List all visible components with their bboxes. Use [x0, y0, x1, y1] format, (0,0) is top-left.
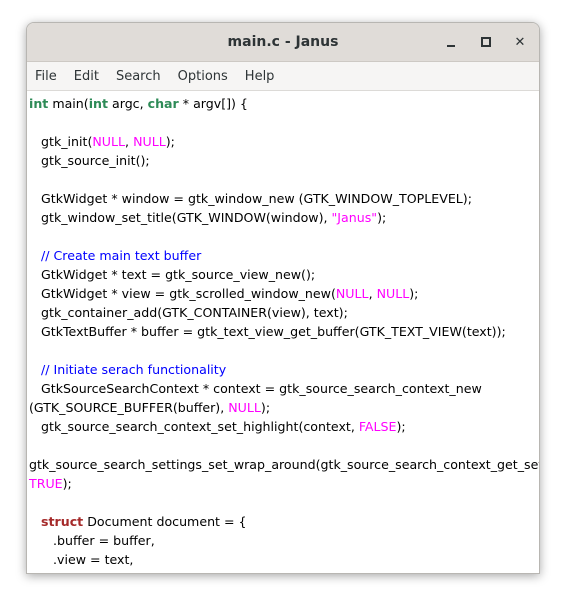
menu-help[interactable]: Help: [245, 69, 275, 84]
minimize-button[interactable]: [441, 32, 461, 52]
code-line: gtk_container_add(GTK_CONTAINER(view), t…: [27, 303, 539, 322]
code-line: .view = text,: [27, 550, 539, 569]
code-token: GtkTextBuffer * buffer = gtk_text_view_g…: [29, 324, 506, 339]
menu-search[interactable]: Search: [116, 69, 161, 84]
code-token: GtkWidget * window = gtk_window_new (GTK…: [29, 191, 472, 206]
code-token: // Create main text buffer: [29, 248, 202, 263]
title-bar[interactable]: main.c - Janus ✕: [27, 23, 539, 62]
code-token: );: [260, 400, 271, 415]
code-token: struct: [41, 514, 84, 529]
code-line: int main(int argc, char * argv[]) {: [27, 94, 539, 113]
code-line: gtk_source_search_context_set_highlight(…: [27, 417, 539, 436]
code-token: );: [377, 210, 387, 225]
window-title: main.c - Janus: [227, 34, 339, 50]
code-token: FALSE: [358, 419, 397, 434]
code-token: argc,: [108, 96, 148, 111]
maximize-button[interactable]: [476, 32, 496, 52]
code-token: );: [165, 134, 175, 149]
code-token: gtk_init(: [29, 134, 93, 149]
code-token: );: [396, 419, 406, 434]
code-token: int: [88, 96, 109, 111]
app-window: main.c - Janus ✕ File Edit Search Option…: [26, 22, 540, 574]
code-line: gtk_window_set_title(GTK_WINDOW(window),…: [27, 208, 539, 227]
code-token: GtkSourceSearchContext * context = gtk_s…: [29, 381, 482, 396]
code-token: Document document = {: [83, 514, 247, 529]
code-token: (GTK_SOURCE_BUFFER(buffer),: [29, 400, 229, 415]
code-line: GtkWidget * view = gtk_scrolled_window_n…: [27, 284, 539, 303]
menu-edit[interactable]: Edit: [74, 69, 99, 84]
code-token: NULL: [133, 134, 166, 149]
code-line: GtkWidget * window = gtk_window_new (GTK…: [27, 189, 539, 208]
code-token: );: [62, 476, 72, 491]
code-token: ,: [368, 286, 377, 301]
code-line: .buffer = buffer,: [27, 531, 539, 550]
close-icon: ✕: [514, 34, 526, 50]
code-token: TRUE: [29, 476, 63, 491]
code-line: // Create main text buffer: [27, 246, 539, 265]
code-line: gtk_source_search_settings_set_wrap_arou…: [27, 455, 539, 474]
code-line: TRUE);: [27, 474, 539, 493]
code-token: int: [29, 96, 49, 111]
code-line: GtkTextBuffer * buffer = gtk_text_view_g…: [27, 322, 539, 341]
code-token: NULL: [228, 400, 261, 415]
code-line: // Initiate serach functionality: [27, 360, 539, 379]
menu-file[interactable]: File: [35, 69, 57, 84]
close-button[interactable]: ✕: [510, 32, 530, 52]
code-line: (GTK_SOURCE_BUFFER(buffer), NULL);: [27, 398, 539, 417]
code-line: GtkSourceSearchContext * context = gtk_s…: [27, 379, 539, 398]
code-token: .buffer = buffer,: [29, 533, 155, 548]
code-token: gtk_source_init();: [29, 153, 150, 168]
code-token: char: [147, 96, 179, 111]
code-token: GtkWidget * view = gtk_scrolled_window_n…: [29, 286, 336, 301]
code-line: struct Document document = {: [27, 512, 539, 531]
code-editor[interactable]: int main(int argc, char * argv[]) { gtk_…: [27, 91, 539, 569]
menu-options[interactable]: Options: [178, 69, 228, 84]
code-token: .view = text,: [29, 552, 134, 567]
code-token: NULL: [376, 286, 410, 301]
code-token: GtkWidget * text = gtk_source_view_new()…: [29, 267, 316, 282]
code-token: // Initiate serach functionality: [29, 362, 227, 377]
code-token: );: [409, 286, 419, 301]
maximize-icon: [481, 37, 491, 47]
code-token: gtk_container_add(GTK_CONTAINER(view), t…: [29, 305, 348, 320]
code-token: ,: [125, 134, 134, 149]
code-token: main(: [48, 96, 89, 111]
minimize-icon: [447, 45, 455, 47]
code-token: NULL: [335, 286, 369, 301]
code-token: gtk_window_set_title(GTK_WINDOW(window),: [29, 210, 332, 225]
code-token: "Janus": [331, 210, 378, 225]
code-token: NULL: [92, 134, 126, 149]
code-line: GtkWidget * text = gtk_source_view_new()…: [27, 265, 539, 284]
menu-bar: File Edit Search Options Help: [27, 62, 539, 91]
code-token: gtk_source_search_context_set_highlight(…: [29, 419, 359, 434]
code-line: gtk_init(NULL, NULL);: [27, 132, 539, 151]
code-line: gtk_source_init();: [27, 151, 539, 170]
code-token: gtk_source_search_settings_set_wrap_arou…: [29, 457, 539, 472]
code-token: * argv[]) {: [178, 96, 248, 111]
